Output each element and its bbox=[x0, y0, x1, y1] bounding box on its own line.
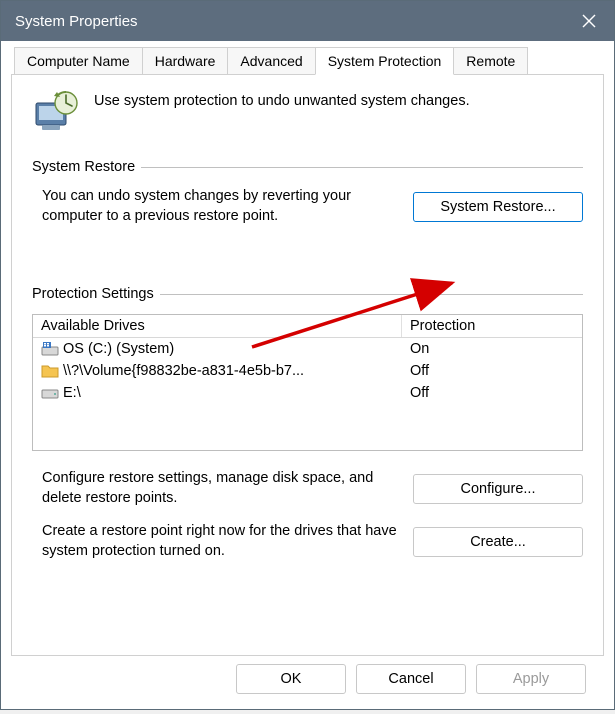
folder-icon bbox=[41, 363, 59, 379]
header-protection[interactable]: Protection bbox=[402, 315, 582, 337]
system-protection-icon bbox=[32, 89, 80, 137]
create-button[interactable]: Create... bbox=[413, 527, 583, 557]
drive-name: \\?\Volume{f98832be-a831-4e5b-b7... bbox=[63, 363, 304, 379]
system-restore-row: You can undo system changes by reverting… bbox=[32, 187, 583, 226]
cancel-button[interactable]: Cancel bbox=[356, 664, 466, 694]
create-text: Create a restore point right now for the… bbox=[42, 522, 397, 561]
tab-strip: Computer Name Hardware Advanced System P… bbox=[14, 47, 601, 75]
table-body: OS (C:) (System) On \\?\Volume{f98832be-… bbox=[33, 338, 582, 450]
tab-computer-name[interactable]: Computer Name bbox=[14, 47, 143, 75]
tab-advanced[interactable]: Advanced bbox=[227, 47, 315, 75]
table-header: Available Drives Protection bbox=[33, 315, 582, 338]
intro-row: Use system protection to undo unwanted s… bbox=[32, 89, 583, 137]
drive-icon bbox=[41, 385, 59, 401]
drive-name: OS (C:) (System) bbox=[63, 341, 174, 357]
tab-remote[interactable]: Remote bbox=[453, 47, 528, 75]
close-icon bbox=[582, 14, 596, 28]
system-properties-window: System Properties Computer Name Hardware… bbox=[0, 0, 615, 710]
dialog-footer: OK Cancel Apply bbox=[11, 656, 604, 708]
protection-status: On bbox=[402, 338, 582, 360]
create-row: Create a restore point right now for the… bbox=[32, 522, 583, 561]
configure-row: Configure restore settings, manage disk … bbox=[32, 469, 583, 508]
system-restore-button[interactable]: System Restore... bbox=[413, 192, 583, 222]
table-row[interactable]: OS (C:) (System) On bbox=[33, 338, 582, 360]
intro-text: Use system protection to undo unwanted s… bbox=[94, 89, 470, 109]
table-row[interactable]: E:\ Off bbox=[33, 382, 582, 404]
window-title: System Properties bbox=[15, 13, 564, 30]
tab-system-protection[interactable]: System Protection bbox=[315, 47, 455, 75]
ok-button[interactable]: OK bbox=[236, 664, 346, 694]
close-button[interactable] bbox=[564, 1, 614, 41]
protection-status: Off bbox=[402, 360, 582, 382]
drive-name: E:\ bbox=[63, 385, 81, 401]
system-restore-text: You can undo system changes by reverting… bbox=[42, 187, 397, 226]
group-protection-settings-label: Protection Settings bbox=[32, 286, 583, 302]
header-available-drives[interactable]: Available Drives bbox=[33, 315, 402, 337]
protection-status: Off bbox=[402, 382, 582, 404]
drives-table: Available Drives Protection OS (C:) (Sys… bbox=[32, 314, 583, 451]
configure-button[interactable]: Configure... bbox=[413, 474, 583, 504]
tab-panel-system-protection: Use system protection to undo unwanted s… bbox=[11, 74, 604, 656]
titlebar: System Properties bbox=[1, 1, 614, 41]
apply-button[interactable]: Apply bbox=[476, 664, 586, 694]
content-area: Computer Name Hardware Advanced System P… bbox=[1, 41, 614, 714]
tab-hardware[interactable]: Hardware bbox=[142, 47, 229, 75]
table-row[interactable]: \\?\Volume{f98832be-a831-4e5b-b7... Off bbox=[33, 360, 582, 382]
configure-text: Configure restore settings, manage disk … bbox=[42, 469, 397, 508]
group-system-restore-label: System Restore bbox=[32, 159, 583, 175]
os-drive-icon bbox=[41, 341, 59, 357]
